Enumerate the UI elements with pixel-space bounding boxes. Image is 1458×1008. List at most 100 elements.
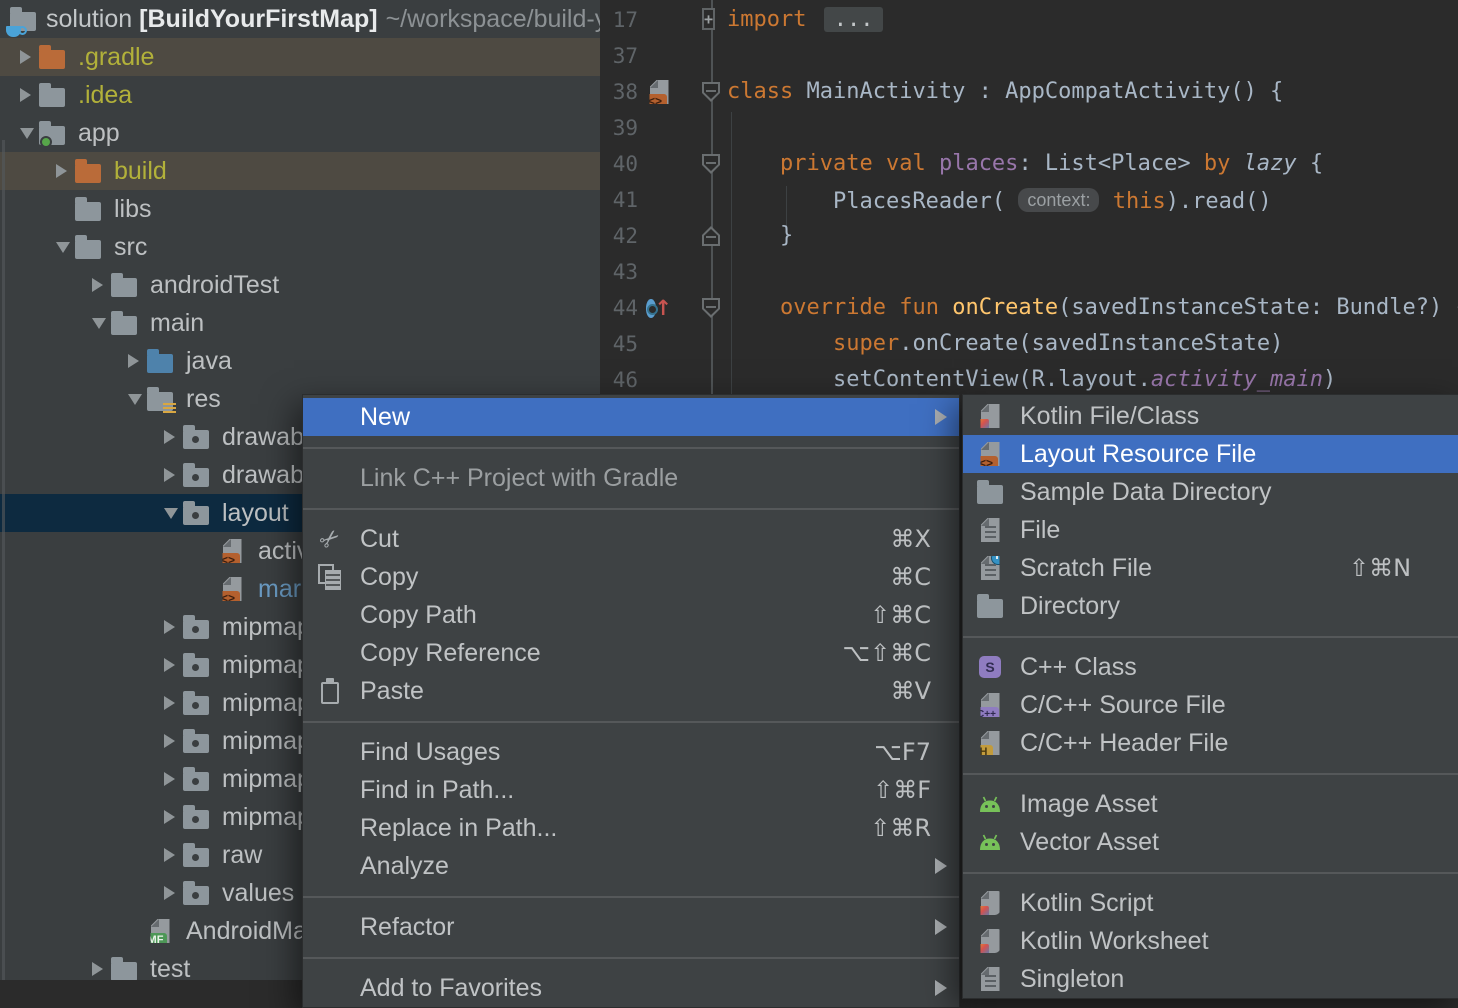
fold-marker-down-icon[interactable] [702, 82, 720, 102]
expand-arrow-icon[interactable] [164, 810, 175, 824]
expand-arrow-icon[interactable] [128, 354, 139, 368]
collapse-arrow-icon[interactable] [128, 394, 142, 405]
menu-item-label: Layout Resource File [1020, 435, 1256, 473]
expand-arrow-icon[interactable] [164, 886, 175, 900]
menu-item-sample-data-directory[interactable]: Sample Data Directory [963, 473, 1458, 511]
folder-java-icon [147, 348, 173, 374]
line-number: 43 [600, 254, 638, 290]
menu-item-refactor[interactable]: Refactor [303, 908, 959, 946]
menu-item-file[interactable]: File [963, 511, 1458, 549]
folder-icon [111, 310, 137, 336]
line-number: 46 [600, 362, 638, 398]
menu-item-c-c-header-file[interactable]: HC/C++ Header File [963, 724, 1458, 762]
menu-item-label: Singleton [1020, 960, 1124, 998]
tree-item-label: res [186, 380, 221, 418]
override-gutter-icon[interactable]: ↑ [646, 295, 672, 321]
menu-item-c-class[interactable]: SC++ Class [963, 648, 1458, 686]
expand-arrow-icon[interactable] [92, 278, 103, 292]
code-text: import ... [727, 2, 883, 38]
fold-marker-down-icon[interactable] [702, 154, 720, 174]
menu-item-kotlin-file-class[interactable]: Kotlin File/Class [963, 397, 1458, 435]
tree-item-gradle[interactable]: .gradle [0, 38, 600, 76]
submenu-arrow-icon [935, 409, 947, 425]
menu-item-copy[interactable]: Copy⌘C [303, 558, 959, 596]
menu-item-find-in-path[interactable]: Find in Path...⇧⌘F [303, 771, 959, 809]
collapse-arrow-icon[interactable] [20, 128, 34, 139]
collapse-arrow-icon[interactable] [56, 242, 70, 253]
editor-line: 37 [600, 38, 1458, 74]
menu-item-shortcut: ⇧⌘C [870, 596, 931, 634]
editor-line: 45 super.onCreate(savedInstanceState) [600, 326, 1458, 362]
menu-item-scratch-file[interactable]: Scratch File⇧⌘N [963, 549, 1458, 587]
menu-separator [303, 946, 959, 969]
tree-item-main[interactable]: main [0, 304, 600, 342]
menu-item-image-asset[interactable]: Image Asset [963, 785, 1458, 823]
folder-res-item-icon [183, 500, 209, 526]
project-icon [10, 6, 36, 32]
menu-item-copy-reference[interactable]: Copy Reference⌥⇧⌘C [303, 634, 959, 672]
expand-arrow-icon[interactable] [164, 658, 175, 672]
menu-item-singleton[interactable]: Singleton [963, 960, 1458, 998]
expand-arrow-icon[interactable] [164, 620, 175, 634]
project-root-row[interactable]: solution [BuildYourFirstMap] ~/workspace… [0, 0, 600, 38]
tree-item-label: src [114, 228, 147, 266]
tree-item-build[interactable]: build [0, 152, 600, 190]
line-number: 17 [600, 2, 638, 38]
tree-item-androidtest[interactable]: androidTest [0, 266, 600, 304]
menu-item-label: Directory [1020, 587, 1120, 625]
expand-arrow-icon[interactable] [164, 696, 175, 710]
collapse-arrow-icon[interactable] [164, 508, 178, 519]
tree-item-src[interactable]: src [0, 228, 600, 266]
menu-item-analyze[interactable]: Analyze [303, 847, 959, 885]
tree-item-app[interactable]: app [0, 114, 600, 152]
menu-item-link-c-project-with-gradle[interactable]: Link C++ Project with Gradle [303, 459, 959, 497]
menu-item-cut[interactable]: ✂Cut⌘X [303, 520, 959, 558]
fold-marker-down-icon[interactable] [702, 298, 720, 318]
menu-item-label: Copy [360, 558, 418, 596]
menu-item-find-usages[interactable]: Find Usages⌥F7 [303, 733, 959, 771]
menu-item-copy-path[interactable]: Copy Path⇧⌘C [303, 596, 959, 634]
cpp-header-icon: H [977, 730, 1003, 756]
folder-icon [977, 479, 1003, 505]
code-text: private val places: List<Place> by lazy … [727, 146, 1323, 182]
expand-arrow-icon[interactable] [164, 468, 175, 482]
tree-item-idea[interactable]: .idea [0, 76, 600, 114]
expand-arrow-icon[interactable] [164, 848, 175, 862]
expand-arrow-icon[interactable] [20, 88, 31, 102]
tree-item-label: main [150, 304, 204, 342]
expand-arrow-icon[interactable] [56, 164, 67, 178]
fold-marker-up-icon[interactable] [702, 226, 720, 246]
menu-item-replace-in-path[interactable]: Replace in Path...⇧⌘R [303, 809, 959, 847]
kotlin-script-icon [977, 928, 1003, 954]
menu-item-layout-resource-file[interactable]: <>Layout Resource File [963, 435, 1458, 473]
tree-item-label: layout [222, 494, 289, 532]
file-layout-gutter-icon[interactable]: <> [646, 79, 672, 105]
menu-item-new[interactable]: New [303, 398, 959, 436]
menu-separator [303, 710, 959, 733]
kotlin-script-icon [977, 890, 1003, 916]
expand-arrow-icon[interactable] [164, 430, 175, 444]
expand-arrow-icon[interactable] [164, 772, 175, 786]
menu-separator [303, 497, 959, 520]
menu-item-kotlin-script[interactable]: Kotlin Script [963, 884, 1458, 922]
menu-item-paste[interactable]: Paste⌘V [303, 672, 959, 710]
menu-item-add-to-favorites[interactable]: Add to Favorites [303, 969, 959, 1007]
menu-item-kotlin-worksheet[interactable]: Kotlin Worksheet [963, 922, 1458, 960]
line-number: 37 [600, 38, 638, 74]
expand-arrow-icon[interactable] [20, 50, 31, 64]
menu-item-c-c-source-file[interactable]: C++C/C++ Source File [963, 686, 1458, 724]
tree-item-label: values [222, 874, 294, 912]
tree-item-java[interactable]: java [0, 342, 600, 380]
file-layout-icon: <> [646, 79, 672, 105]
expand-arrow-icon[interactable] [164, 734, 175, 748]
collapse-arrow-icon[interactable] [92, 318, 106, 329]
expand-arrow-icon[interactable] [92, 962, 103, 976]
menu-separator [963, 625, 1458, 648]
menu-separator [303, 885, 959, 908]
menu-item-vector-asset[interactable]: Vector Asset [963, 823, 1458, 861]
file-layout-icon: <> [219, 538, 245, 564]
fold-marker-plus-icon[interactable] [702, 11, 715, 29]
menu-item-directory[interactable]: Directory [963, 587, 1458, 625]
editor-line: 44↑ override fun onCreate(savedInstanceS… [600, 290, 1458, 326]
tree-item-libs[interactable]: libs [0, 190, 600, 228]
